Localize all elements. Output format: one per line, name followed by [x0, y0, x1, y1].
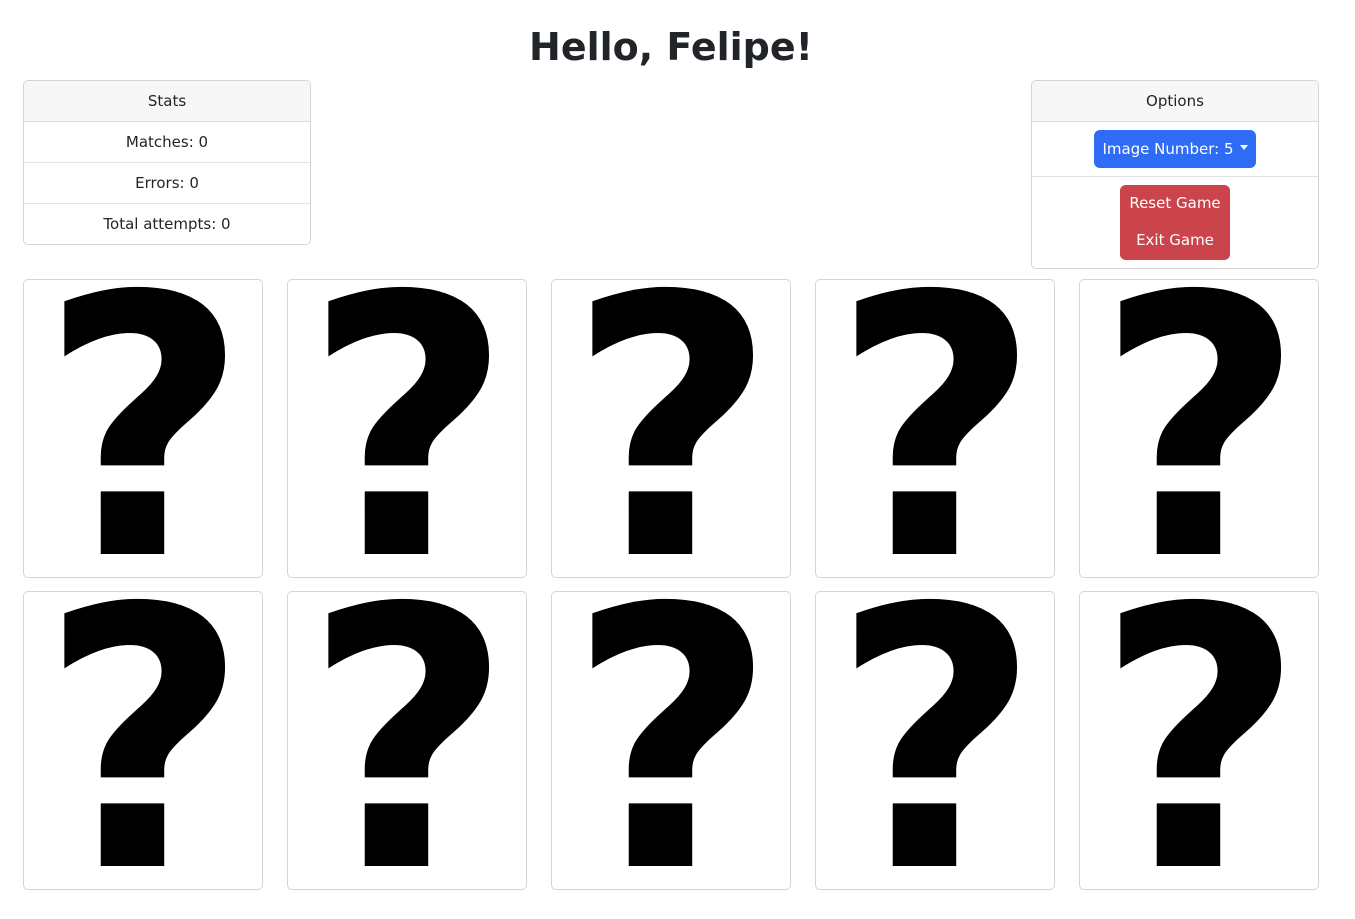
game-actions-group: Reset Game Exit Game — [1120, 185, 1230, 260]
options-header: Options — [1032, 81, 1318, 122]
question-mark-icon: ? — [831, 591, 1041, 890]
game-actions-row: Reset Game Exit Game — [1032, 177, 1318, 268]
question-mark-icon: ? — [567, 591, 777, 890]
stats-header: Stats — [24, 81, 310, 122]
question-mark-icon: ? — [831, 279, 1041, 578]
stats-panel: Stats Matches: 0 Errors: 0 Total attempt… — [23, 80, 311, 245]
image-number-row: Image Number: 5 — [1032, 122, 1318, 177]
question-mark-icon: ? — [567, 279, 777, 578]
reset-game-button[interactable]: Reset Game — [1120, 185, 1230, 222]
card-5[interactable]: ? — [1079, 279, 1319, 578]
question-mark-icon: ? — [303, 591, 513, 890]
card-6[interactable]: ? — [23, 591, 263, 890]
card-10[interactable]: ? — [1079, 591, 1319, 890]
errors-count: Errors: 0 — [24, 163, 310, 204]
card-3[interactable]: ? — [551, 279, 791, 578]
page-title: Hello, Felipe! — [529, 25, 813, 69]
image-number-label: Image Number: 5 — [1102, 140, 1234, 158]
card-2[interactable]: ? — [287, 279, 527, 578]
image-number-dropdown[interactable]: Image Number: 5 — [1094, 130, 1256, 168]
card-9[interactable]: ? — [815, 591, 1055, 890]
game-page: Hello, Felipe! Stats Matches: 0 Errors: … — [0, 0, 1355, 919]
total-attempts-count: Total attempts: 0 — [103, 215, 231, 233]
question-mark-icon: ? — [39, 591, 249, 890]
question-mark-icon: ? — [39, 279, 249, 578]
card-4[interactable]: ? — [815, 279, 1055, 578]
options-panel: Options Image Number: 5 Reset Game Exit … — [1031, 80, 1319, 269]
question-mark-icon: ? — [1095, 591, 1305, 890]
exit-game-button[interactable]: Exit Game — [1120, 222, 1230, 259]
card-1[interactable]: ? — [23, 279, 263, 578]
card-7[interactable]: ? — [287, 591, 527, 890]
matches-count: Matches: 0 — [24, 122, 310, 163]
caret-down-icon — [1239, 145, 1248, 150]
card-8[interactable]: ? — [551, 591, 791, 890]
question-mark-icon: ? — [1095, 279, 1305, 578]
question-mark-icon: ? — [303, 279, 513, 578]
